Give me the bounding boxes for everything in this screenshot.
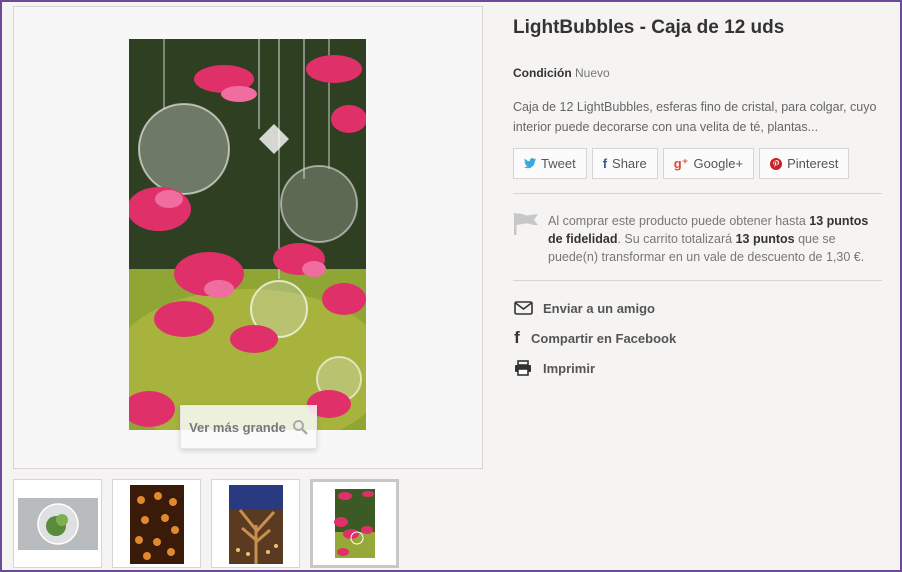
twitter-icon — [524, 158, 536, 169]
share-label: Share — [612, 156, 647, 171]
thumbnail-3[interactable] — [211, 479, 300, 568]
thumbnail-4[interactable] — [310, 479, 399, 568]
magnifier-icon — [292, 420, 308, 435]
share-facebook-link[interactable]: f Compartir en Facebook — [513, 323, 676, 353]
facebook-icon: f — [602, 156, 608, 171]
pinterest-label: Pinterest — [787, 156, 839, 171]
cart-points: 13 puntos — [735, 232, 795, 246]
send-to-friend-label: Enviar a un amigo — [543, 300, 655, 316]
envelope-icon — [513, 301, 533, 315]
google-plus-icon: g⁺ — [673, 155, 689, 171]
thumbnail-1[interactable] — [13, 479, 102, 568]
tweet-label: Tweet — [541, 156, 576, 171]
zoom-label: Ver más grande — [189, 419, 286, 435]
tweet-button[interactable]: Tweet — [513, 148, 587, 179]
condition-label: Condición — [513, 66, 572, 80]
google-label: Google+ — [693, 156, 744, 171]
pinterest-icon — [770, 157, 783, 170]
printer-icon — [513, 360, 533, 376]
social-share-buttons: Tweet f Share g⁺ Google+ Pinterest — [513, 148, 850, 179]
product-image-container: Ver más grande — [13, 6, 483, 469]
print-label: Imprimir — [543, 360, 596, 376]
google-plus-button[interactable]: g⁺ Google+ — [662, 148, 755, 179]
thumbnail-2[interactable] — [112, 479, 201, 568]
loyalty-text-1: Al comprar este producto puede obtener h… — [548, 214, 810, 228]
product-title: LightBubbles - Caja de 12 uds — [513, 17, 785, 38]
condition-value: Nuevo — [575, 66, 610, 80]
divider — [513, 280, 882, 281]
flag-icon — [514, 213, 538, 235]
divider — [513, 193, 882, 194]
share-facebook-label: Compartir en Facebook — [531, 330, 677, 346]
send-to-friend-link[interactable]: Enviar a un amigo — [513, 293, 676, 323]
zoom-button[interactable]: Ver más grande — [180, 405, 317, 449]
product-description: Caja de 12 LightBubbles, esferas fino de… — [513, 100, 877, 134]
product-actions: Enviar a un amigo f Compartir en Faceboo… — [513, 293, 676, 383]
pinterest-button[interactable]: Pinterest — [759, 148, 850, 179]
product-condition: Condición Nuevo — [513, 66, 610, 80]
loyalty-text-2: . Su carrito totalizará — [617, 232, 736, 246]
loyalty-text: Al comprar este producto puede obtener h… — [548, 212, 883, 266]
print-link[interactable]: Imprimir — [513, 353, 676, 383]
thumbnail-list — [13, 479, 399, 568]
facebook-icon: f — [514, 328, 520, 347]
product-main-image[interactable] — [129, 39, 366, 430]
facebook-share-button[interactable]: f Share — [591, 148, 658, 179]
